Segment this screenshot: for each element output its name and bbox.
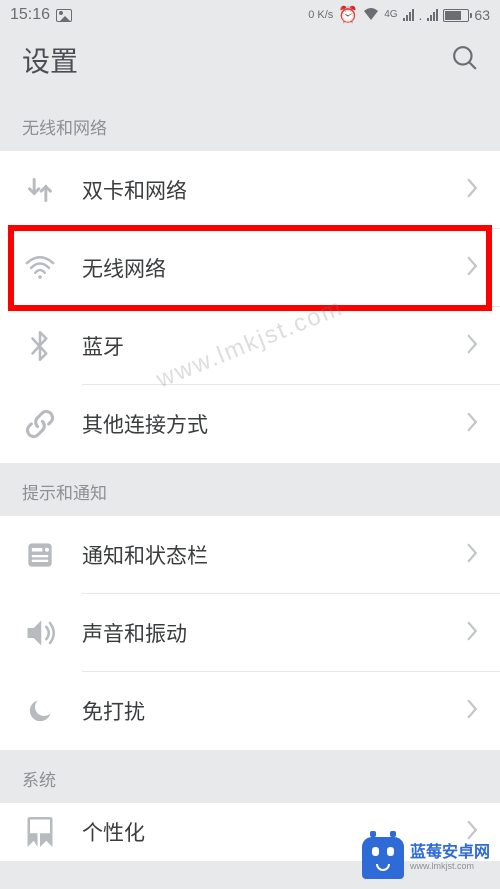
row-label: 其他连接方式 xyxy=(82,409,467,439)
section-header-system: 系统 xyxy=(0,750,500,803)
net-speed: 0 K/s xyxy=(308,10,333,21)
gallery-icon xyxy=(56,9,72,22)
brand-name-cn: 蓝莓安卓网 xyxy=(410,844,490,862)
brand-name-en: www.lmkjst.com xyxy=(410,862,490,872)
status-right: 0 K/s ⏰ 4G . 63 xyxy=(308,5,490,25)
wifi-status-icon xyxy=(363,7,379,24)
list-notifications: 通知和状态栏 声音和振动 免打扰 xyxy=(0,516,500,750)
chevron-right-icon xyxy=(467,621,478,646)
alarm-icon: ⏰ xyxy=(338,5,358,25)
net-gen: 4G xyxy=(384,10,397,20)
sound-icon xyxy=(22,615,58,651)
footer-brand: 蓝莓安卓网 www.lmkjst.com xyxy=(362,837,490,879)
battery-icon xyxy=(443,9,469,22)
section-header-notifications: 提示和通知 xyxy=(0,463,500,516)
search-icon xyxy=(452,45,478,71)
sep-dot: . xyxy=(419,7,423,23)
row-sim-network[interactable]: 双卡和网络 xyxy=(0,151,500,229)
signal-icon xyxy=(403,9,414,21)
header: 设置 xyxy=(0,30,500,98)
moon-icon xyxy=(22,693,58,729)
status-bar: 15:16 0 K/s ⏰ 4G . 63 xyxy=(0,0,500,30)
chevron-right-icon xyxy=(467,334,478,359)
row-label: 免打扰 xyxy=(82,696,467,726)
row-other-connections[interactable]: 其他连接方式 xyxy=(0,385,500,463)
row-label: 蓝牙 xyxy=(82,331,467,361)
row-label: 无线网络 xyxy=(82,253,467,283)
row-bluetooth[interactable]: 蓝牙 xyxy=(0,307,500,385)
chevron-right-icon xyxy=(467,256,478,281)
personalization-icon xyxy=(22,814,58,850)
page-title: 设置 xyxy=(22,40,78,80)
search-button[interactable] xyxy=(452,45,478,76)
brand-text: 蓝莓安卓网 www.lmkjst.com xyxy=(410,844,490,871)
row-wifi[interactable]: 无线网络 xyxy=(0,229,500,307)
status-left: 15:16 xyxy=(10,6,72,24)
row-notification-status[interactable]: 通知和状态栏 xyxy=(0,516,500,594)
row-label: 双卡和网络 xyxy=(82,175,467,205)
row-sound-vibration[interactable]: 声音和振动 xyxy=(0,594,500,672)
chevron-right-icon xyxy=(467,412,478,437)
row-dnd[interactable]: 免打扰 xyxy=(0,672,500,750)
battery-level: 63 xyxy=(474,7,490,23)
row-label: 声音和振动 xyxy=(82,618,467,648)
wifi-icon xyxy=(22,250,58,286)
notification-icon xyxy=(22,537,58,573)
chevron-right-icon xyxy=(467,699,478,724)
brand-mascot-icon xyxy=(362,837,404,879)
sim-swap-icon xyxy=(22,172,58,208)
chevron-right-icon xyxy=(467,543,478,568)
section-header-wireless: 无线和网络 xyxy=(0,98,500,151)
list-wireless: 双卡和网络 无线网络 蓝牙 其他连接方式 xyxy=(0,151,500,463)
row-label: 通知和状态栏 xyxy=(82,540,467,570)
bluetooth-icon xyxy=(22,328,58,364)
link-icon xyxy=(22,406,58,442)
chevron-right-icon xyxy=(467,178,478,203)
status-time: 15:16 xyxy=(10,6,50,24)
signal-icon-2 xyxy=(427,9,438,21)
